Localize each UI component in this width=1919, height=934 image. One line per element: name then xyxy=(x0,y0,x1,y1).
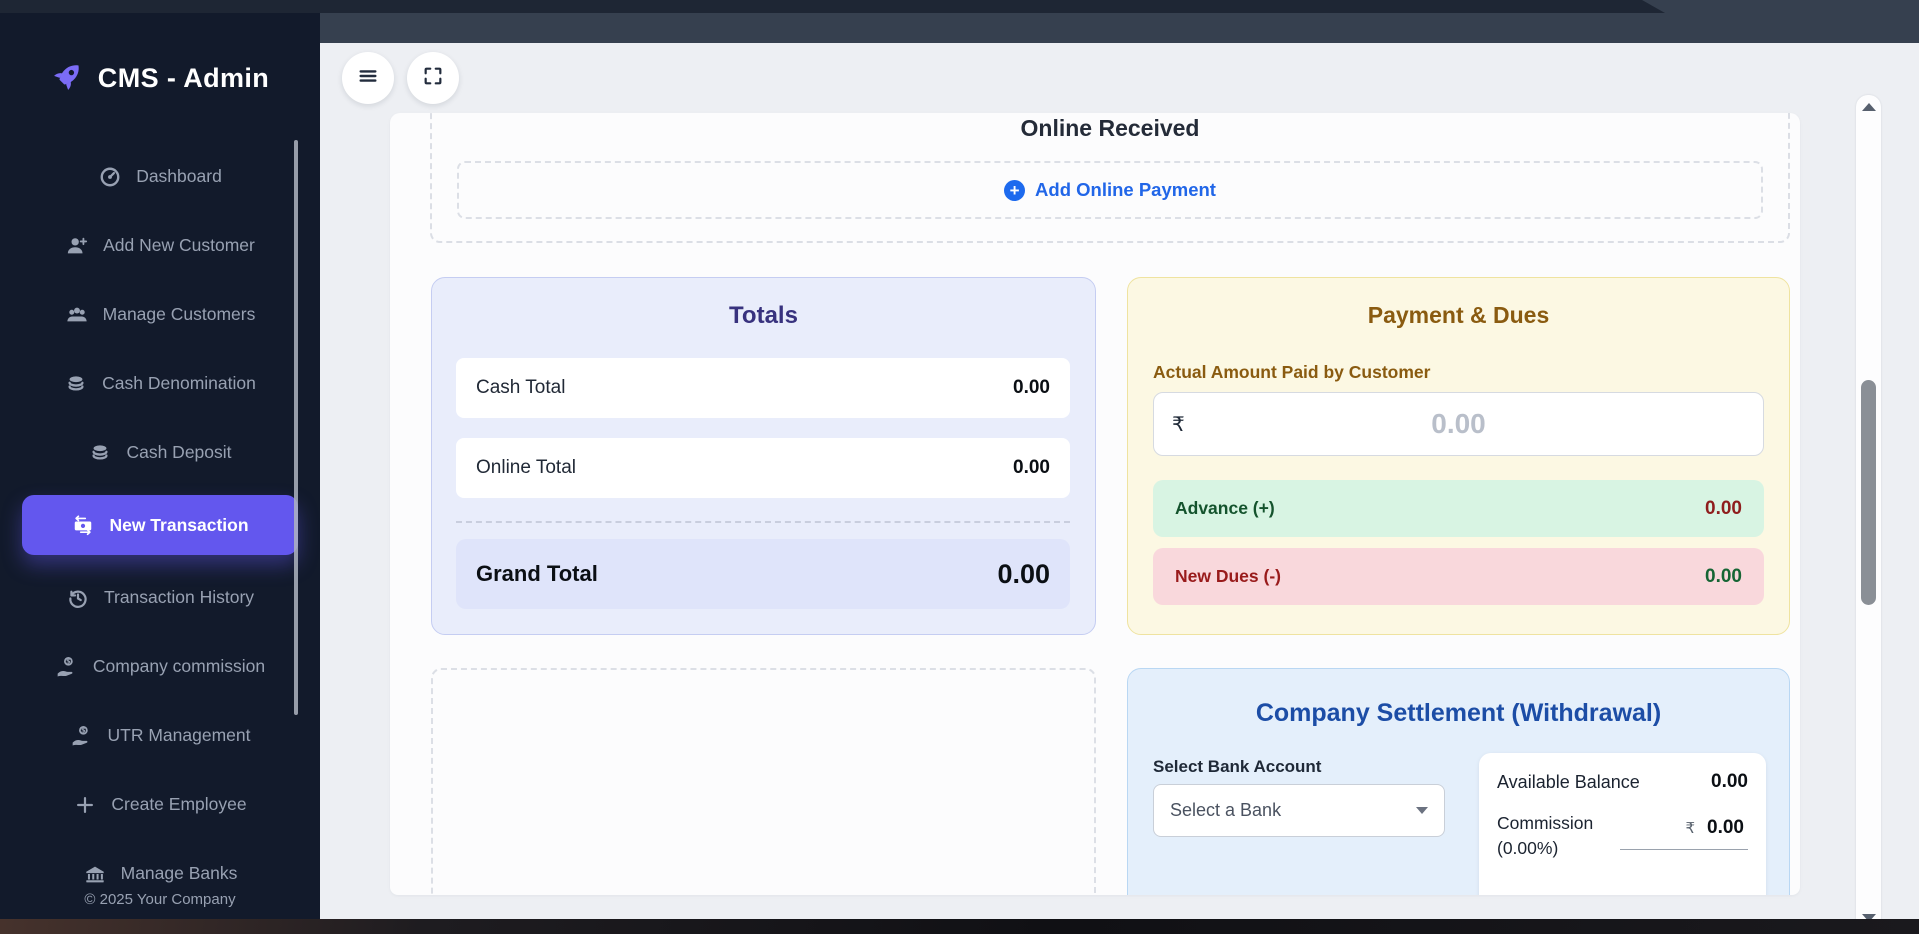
bank-select[interactable]: Select a Bank xyxy=(1153,784,1445,837)
sidebar-item-label: Add New Customer xyxy=(103,235,255,256)
coins-icon xyxy=(64,372,88,396)
online-total-value: 0.00 xyxy=(1013,457,1050,479)
cash-total-row: Cash Total 0.00 xyxy=(456,358,1070,418)
chevron-down-icon xyxy=(1416,807,1428,814)
available-balance-label: Available Balance xyxy=(1497,772,1640,793)
online-received-section: Online Received + Add Online Payment xyxy=(430,113,1790,243)
company-settlement-card: Company Settlement (Withdrawal) Select B… xyxy=(1127,668,1790,895)
sidebar-item-label: Transaction History xyxy=(104,587,254,608)
plus-icon xyxy=(73,793,97,817)
totals-title: Totals xyxy=(432,302,1095,330)
advance-value: 0.00 xyxy=(1705,498,1742,520)
rupee-icon: ₹ xyxy=(1685,819,1695,837)
grand-total-label: Grand Total xyxy=(476,561,598,587)
new-dues-row: New Dues (-) 0.00 xyxy=(1153,548,1764,605)
commission-label: Commission (0.00%) xyxy=(1497,811,1617,862)
online-total-label: Online Total xyxy=(476,457,576,479)
cash-total-value: 0.00 xyxy=(1013,377,1050,399)
sidebar-item-label: Company commission xyxy=(93,656,265,677)
coins-icon xyxy=(88,441,112,465)
sidebar-item-label: Create Employee xyxy=(111,794,246,815)
sidebar-item-manage-banks[interactable]: Manage Banks xyxy=(0,839,320,888)
add-online-payment-button[interactable]: + Add Online Payment xyxy=(457,161,1763,219)
sidebar-item-label: Manage Banks xyxy=(121,863,238,884)
sidebar-nav: Dashboard Add New Customer Manage Custom… xyxy=(0,142,320,888)
money-transfer-icon xyxy=(71,513,95,537)
sidebar-item-manage-customers[interactable]: Manage Customers xyxy=(0,280,320,349)
hamburger-icon xyxy=(357,65,379,92)
grand-total-row: Grand Total 0.00 xyxy=(456,539,1070,609)
bank-icon xyxy=(83,862,107,886)
add-online-payment-label: Add Online Payment xyxy=(1035,179,1216,201)
rocket-logo-icon xyxy=(51,59,85,98)
advance-row: Advance (+) 0.00 xyxy=(1153,480,1764,537)
sidebar-item-new-transaction[interactable]: New Transaction xyxy=(22,495,298,555)
svg-text:$: $ xyxy=(80,726,85,734)
scroll-up-icon[interactable] xyxy=(1862,103,1876,111)
sidebar-item-label: UTR Management xyxy=(108,725,251,746)
users-icon xyxy=(65,303,89,327)
sidebar-item-label: Dashboard xyxy=(136,166,222,187)
sidebar-item-label: Cash Denomination xyxy=(102,373,256,394)
sidebar-item-cash-deposit[interactable]: Cash Deposit xyxy=(0,418,320,487)
sidebar-item-add-new-customer[interactable]: Add New Customer xyxy=(0,211,320,280)
new-dues-value: 0.00 xyxy=(1705,566,1742,588)
transaction-form-panel: Online Received + Add Online Payment Tot… xyxy=(390,113,1800,895)
commission-value: 0.00 xyxy=(1707,817,1744,839)
settlement-title: Company Settlement (Withdrawal) xyxy=(1128,699,1789,728)
available-balance-value: 0.00 xyxy=(1711,771,1748,793)
grand-total-value: 0.00 xyxy=(997,559,1050,590)
actual-amount-label: Actual Amount Paid by Customer xyxy=(1153,362,1430,383)
new-dues-label: New Dues (-) xyxy=(1175,566,1281,587)
actual-amount-field-wrap: ₹ xyxy=(1153,392,1764,456)
bank-select-value: Select a Bank xyxy=(1170,800,1281,821)
history-icon xyxy=(66,586,90,610)
totals-card: Totals Cash Total 0.00 Online Total 0.00… xyxy=(431,277,1096,635)
fullscreen-icon xyxy=(422,65,444,92)
fullscreen-button[interactable] xyxy=(407,52,459,104)
sidebar-item-company-commission[interactable]: $ Company commission xyxy=(0,632,320,701)
commission-row: Commission (0.00%) ₹ 0.00 xyxy=(1497,811,1748,862)
available-balance-row: Available Balance 0.00 xyxy=(1497,771,1748,793)
sidebar-item-transaction-history[interactable]: Transaction History xyxy=(0,563,320,632)
commission-field[interactable]: ₹ 0.00 xyxy=(1620,811,1748,850)
sidebar-item-label: New Transaction xyxy=(109,515,248,536)
sidebar-item-label: Manage Customers xyxy=(103,304,256,325)
sidebar-item-utr-management[interactable]: $ UTR Management xyxy=(0,701,320,770)
hand-dollar-icon: $ xyxy=(70,724,94,748)
payment-dues-title: Payment & Dues xyxy=(1128,302,1789,329)
user-plus-icon xyxy=(65,234,89,258)
totals-divider xyxy=(456,521,1070,523)
sidebar-item-cash-denomination[interactable]: Cash Denomination xyxy=(0,349,320,418)
payment-dues-card: Payment & Dues Actual Amount Paid by Cus… xyxy=(1127,277,1790,635)
actual-amount-input[interactable] xyxy=(1153,392,1764,456)
app-title: CMS - Admin xyxy=(98,63,269,94)
main-content: Online Received + Add Online Payment Tot… xyxy=(320,43,1919,934)
online-total-row: Online Total 0.00 xyxy=(456,438,1070,498)
balance-panel: Available Balance 0.00 Commission (0.00%… xyxy=(1479,753,1766,895)
cash-total-label: Cash Total xyxy=(476,377,565,399)
scrollbar-thumb[interactable] xyxy=(1861,380,1876,605)
sidebar-footer: © 2025 Your Company xyxy=(0,891,320,908)
rupee-icon: ₹ xyxy=(1172,412,1185,436)
svg-text:$: $ xyxy=(66,657,71,665)
sidebar-item-dashboard[interactable]: Dashboard xyxy=(0,142,320,211)
plus-circle-icon: + xyxy=(1004,180,1025,201)
page-scrollbar[interactable] xyxy=(1856,95,1881,930)
sidebar-item-label: Cash Deposit xyxy=(126,442,231,463)
sidebar-scrollbar[interactable] xyxy=(294,140,298,715)
gauge-icon xyxy=(98,165,122,189)
select-bank-label: Select Bank Account xyxy=(1153,757,1321,777)
sidebar-item-create-employee[interactable]: Create Employee xyxy=(0,770,320,839)
browser-tab-strip xyxy=(0,0,1665,13)
empty-placeholder-section xyxy=(431,668,1096,895)
app-brand[interactable]: CMS - Admin xyxy=(0,43,320,113)
desktop-background-strip xyxy=(0,919,1919,934)
online-received-title: Online Received xyxy=(432,115,1788,142)
menu-toggle-button[interactable] xyxy=(342,52,394,104)
advance-label: Advance (+) xyxy=(1175,498,1275,519)
sidebar: CMS - Admin Dashboard Add New Customer M… xyxy=(0,13,320,934)
hand-dollar-icon: $ xyxy=(55,655,79,679)
